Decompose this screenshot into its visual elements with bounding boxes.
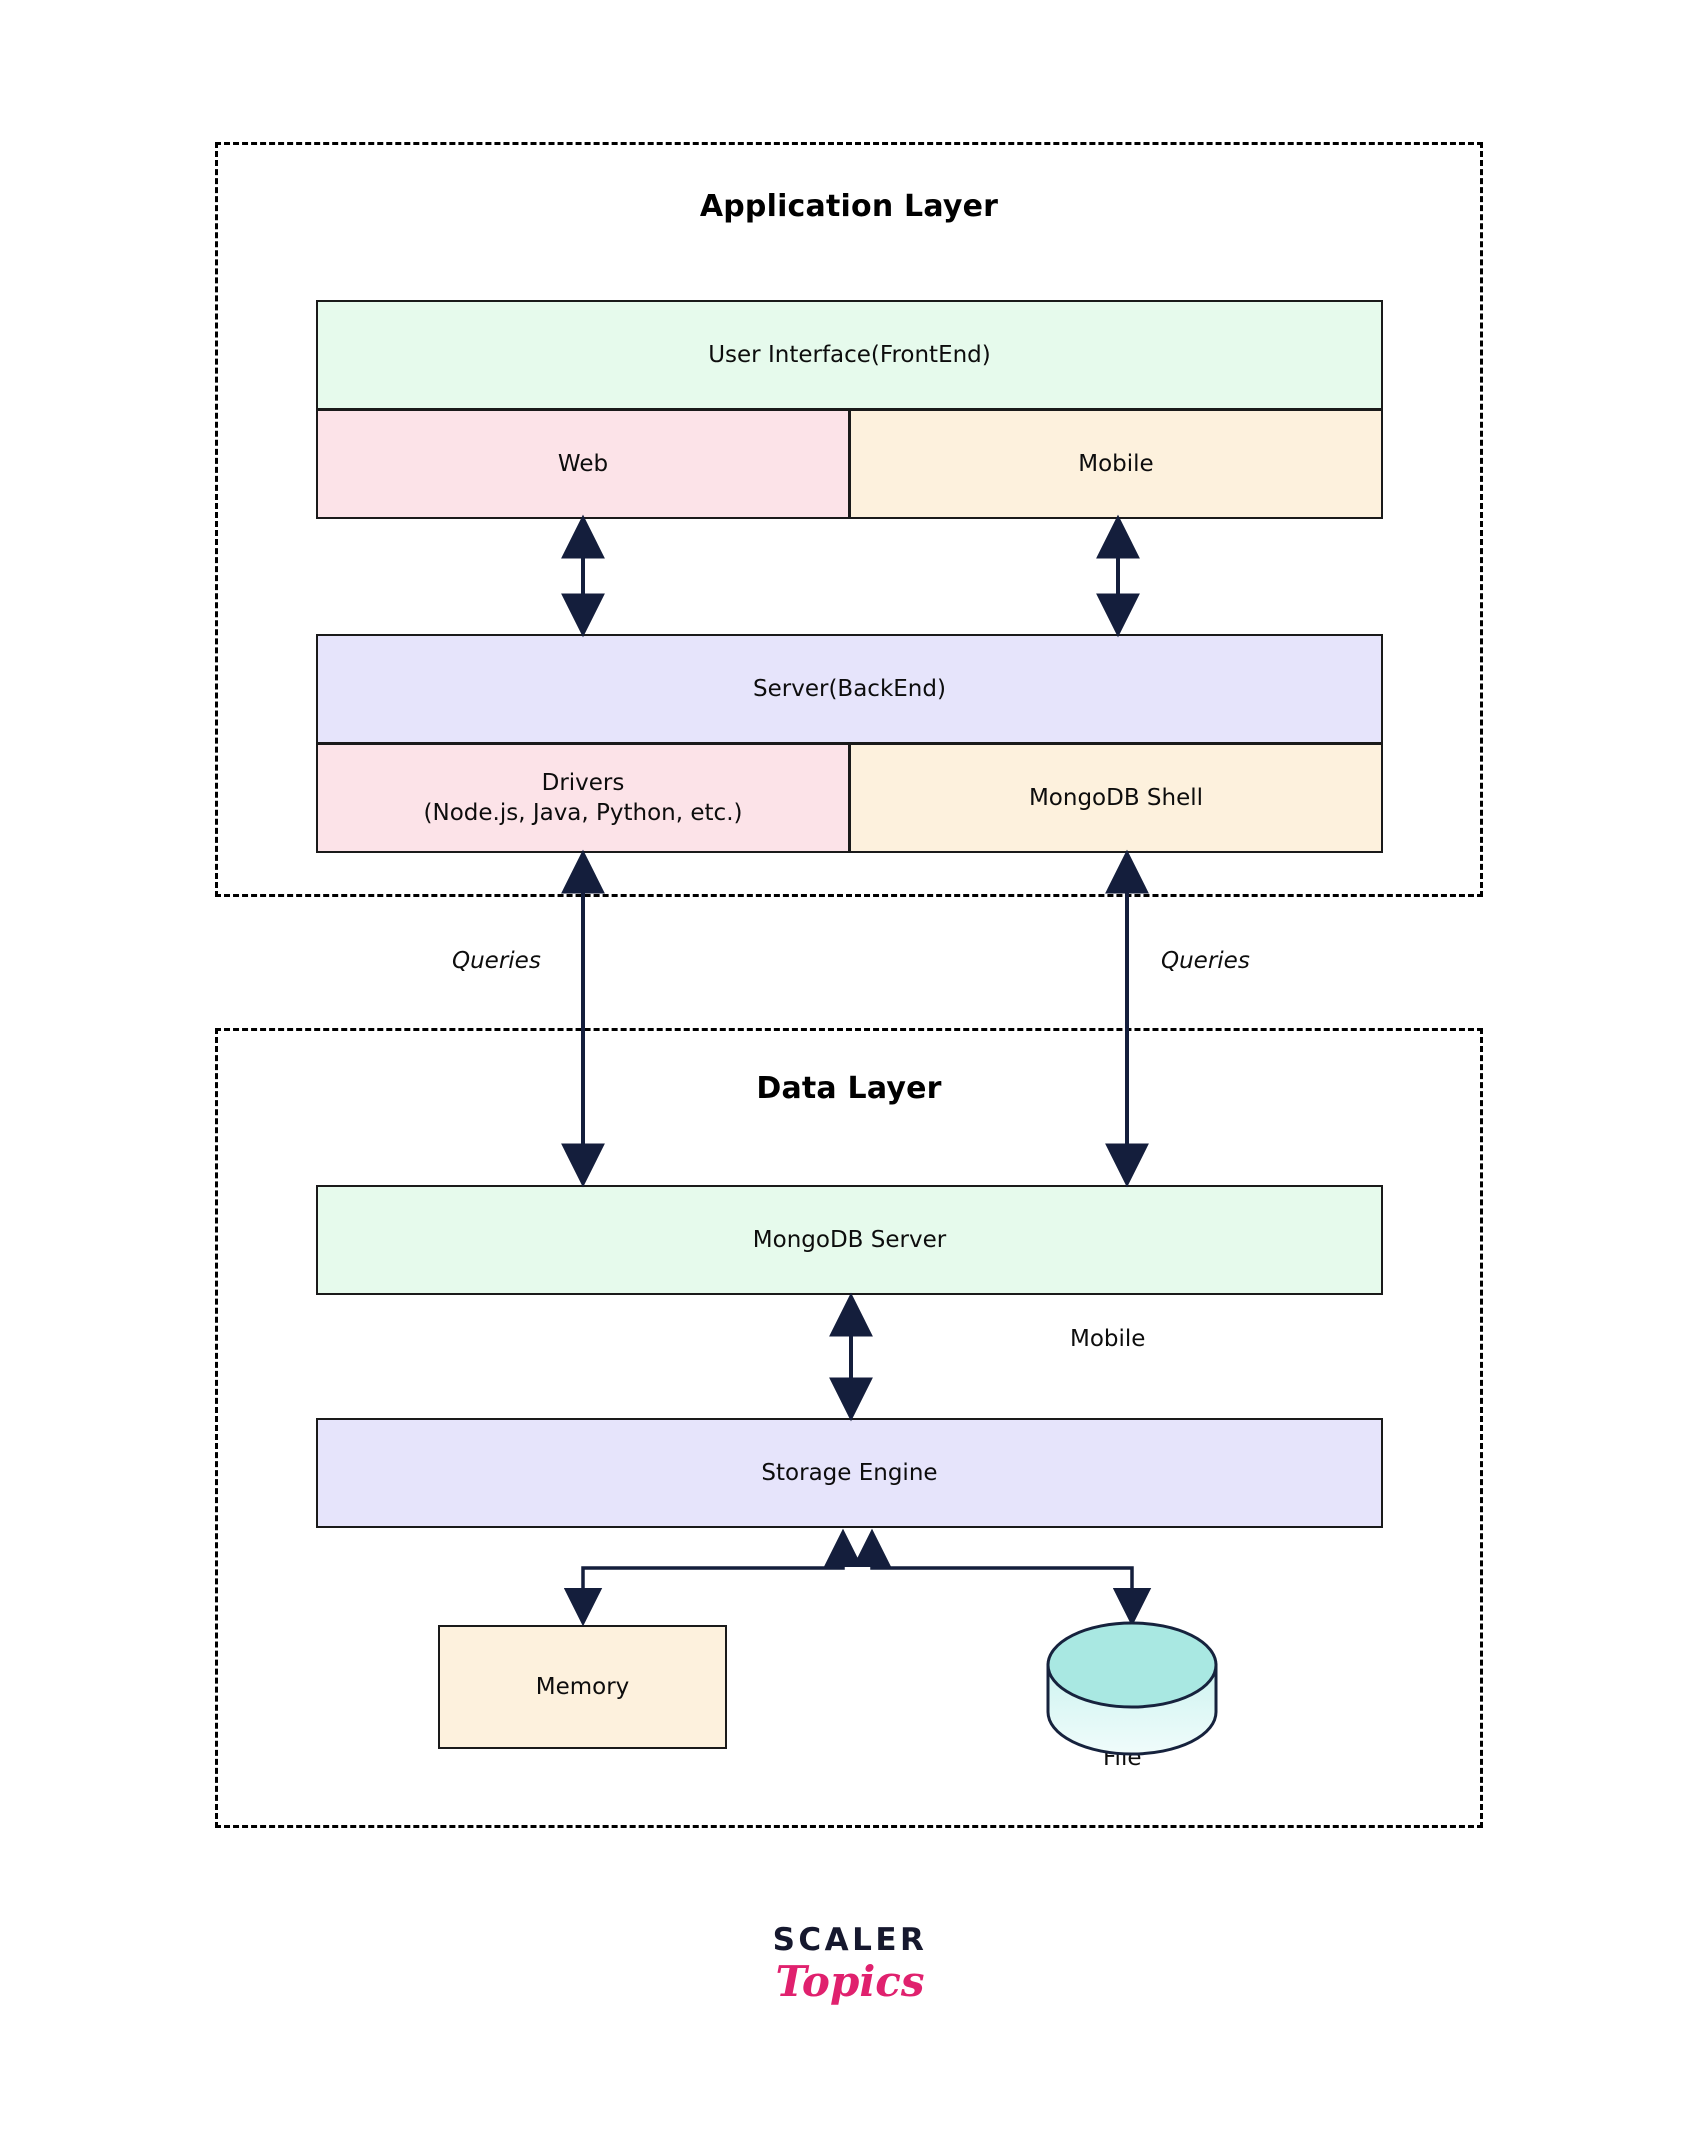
node-mongodb-server: MongoDB Server — [316, 1185, 1383, 1295]
brand-name-scaler: SCALER — [772, 1922, 928, 1958]
node-memory: Memory — [438, 1625, 727, 1749]
node-file-label: File — [1103, 1745, 1142, 1771]
node-mobile: Mobile — [849, 409, 1383, 519]
edge-label-mobile: Mobile — [1070, 1326, 1146, 1352]
node-drivers: Drivers (Node.js, Java, Python, etc.) — [316, 743, 850, 853]
application-layer-title: Application Layer — [699, 189, 999, 224]
edge-label-queries-right: Queries — [1161, 948, 1250, 974]
brand-name-topics: Topics — [775, 1957, 925, 2006]
node-user-interface: User Interface(FrontEnd) — [316, 300, 1383, 410]
brand-logo: SCALER Topics — [0, 1925, 1700, 2004]
edge-label-queries-left: Queries — [452, 948, 541, 974]
node-server-backend: Server(BackEnd) — [316, 634, 1383, 744]
node-mongodb-shell: MongoDB Shell — [849, 743, 1383, 853]
data-layer-title: Data Layer — [756, 1071, 942, 1106]
node-storage-engine: Storage Engine — [316, 1418, 1383, 1528]
node-web: Web — [316, 409, 850, 519]
architecture-diagram: Application Layer User Interface(FrontEn… — [0, 0, 1700, 2135]
